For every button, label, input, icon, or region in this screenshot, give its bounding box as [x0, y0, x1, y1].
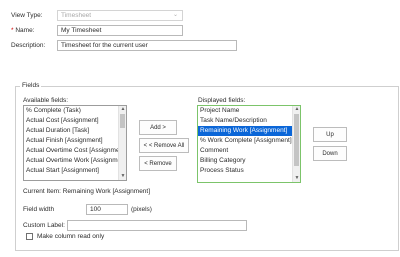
list-item[interactable]: Actual Overtime Cost [Assignment] [24, 146, 126, 156]
scrollbar-thumb[interactable] [120, 114, 125, 128]
view-type-label: View Type: [11, 12, 43, 19]
list-item[interactable]: Billing Category [198, 156, 300, 166]
custom-label-label: Custom Label: [23, 222, 65, 229]
available-scrollbar[interactable]: ▲ ▼ [118, 106, 126, 180]
field-width-input[interactable]: 100 [86, 204, 128, 215]
required-mark: * [11, 27, 14, 34]
list-item[interactable]: Actual Duration [Task] [24, 126, 126, 136]
displayed-fields-list[interactable]: Project Name Task Name/Description Remai… [197, 105, 301, 183]
add-button[interactable]: Add > [139, 120, 177, 135]
remove-all-button[interactable]: < < Remove All [139, 138, 189, 153]
scroll-up-arrow-icon[interactable]: ▲ [119, 106, 126, 113]
list-item[interactable]: % Work Complete [Assignment] [198, 136, 300, 146]
name-input[interactable]: My Timesheet [57, 25, 183, 36]
view-type-select[interactable]: Timesheet ⌄ [57, 10, 183, 21]
list-item[interactable]: Process Status [198, 166, 300, 176]
name-label: Name: [15, 27, 35, 34]
field-width-label: Field width [23, 206, 55, 213]
scroll-down-arrow-icon[interactable]: ▼ [293, 175, 300, 182]
list-item[interactable]: Actual Start [Assignment] [24, 166, 126, 176]
read-only-label: Make column read only [37, 233, 105, 240]
description-input[interactable]: Timesheet for the current user [57, 40, 237, 51]
chevron-down-icon: ⌄ [172, 12, 178, 18]
list-item[interactable]: Comment [198, 146, 300, 156]
current-item-text: Current Item: Remaining Work [Assignment… [23, 188, 151, 195]
list-item[interactable]: % Complete (Task) [24, 106, 126, 116]
displayed-scrollbar[interactable]: ▲ ▼ [292, 106, 300, 182]
list-item[interactable]: Actual Overtime Work [Assignment] [24, 156, 126, 166]
available-fields-label: Available fields: [23, 97, 69, 104]
scroll-down-arrow-icon[interactable]: ▼ [119, 173, 126, 180]
remove-button[interactable]: < Remove [139, 156, 177, 171]
list-item[interactable]: Actual Finish [Assignment] [24, 136, 126, 146]
custom-label-input[interactable] [67, 220, 247, 231]
description-label: Description: [11, 42, 46, 49]
name-label-group: * Name: [11, 26, 35, 35]
view-type-value: Timesheet [61, 12, 92, 19]
down-button[interactable]: Down [313, 146, 347, 161]
displayed-fields-label: Displayed fields: [198, 97, 246, 104]
fields-group-title: Fields [20, 82, 42, 90]
read-only-checkbox[interactable] [26, 233, 33, 240]
field-width-unit: (pixels) [131, 206, 152, 213]
list-item[interactable]: Project Name [198, 106, 300, 116]
list-item[interactable]: Task Name/Description [198, 116, 300, 126]
scroll-up-arrow-icon[interactable]: ▲ [293, 106, 300, 113]
available-fields-list[interactable]: % Complete (Task) Actual Cost [Assignmen… [23, 105, 127, 181]
list-item[interactable]: Actual Cost [Assignment] [24, 116, 126, 126]
list-item-selected[interactable]: Remaining Work [Assignment] [198, 126, 300, 136]
scrollbar-thumb[interactable] [294, 114, 299, 166]
up-button[interactable]: Up [313, 127, 347, 142]
